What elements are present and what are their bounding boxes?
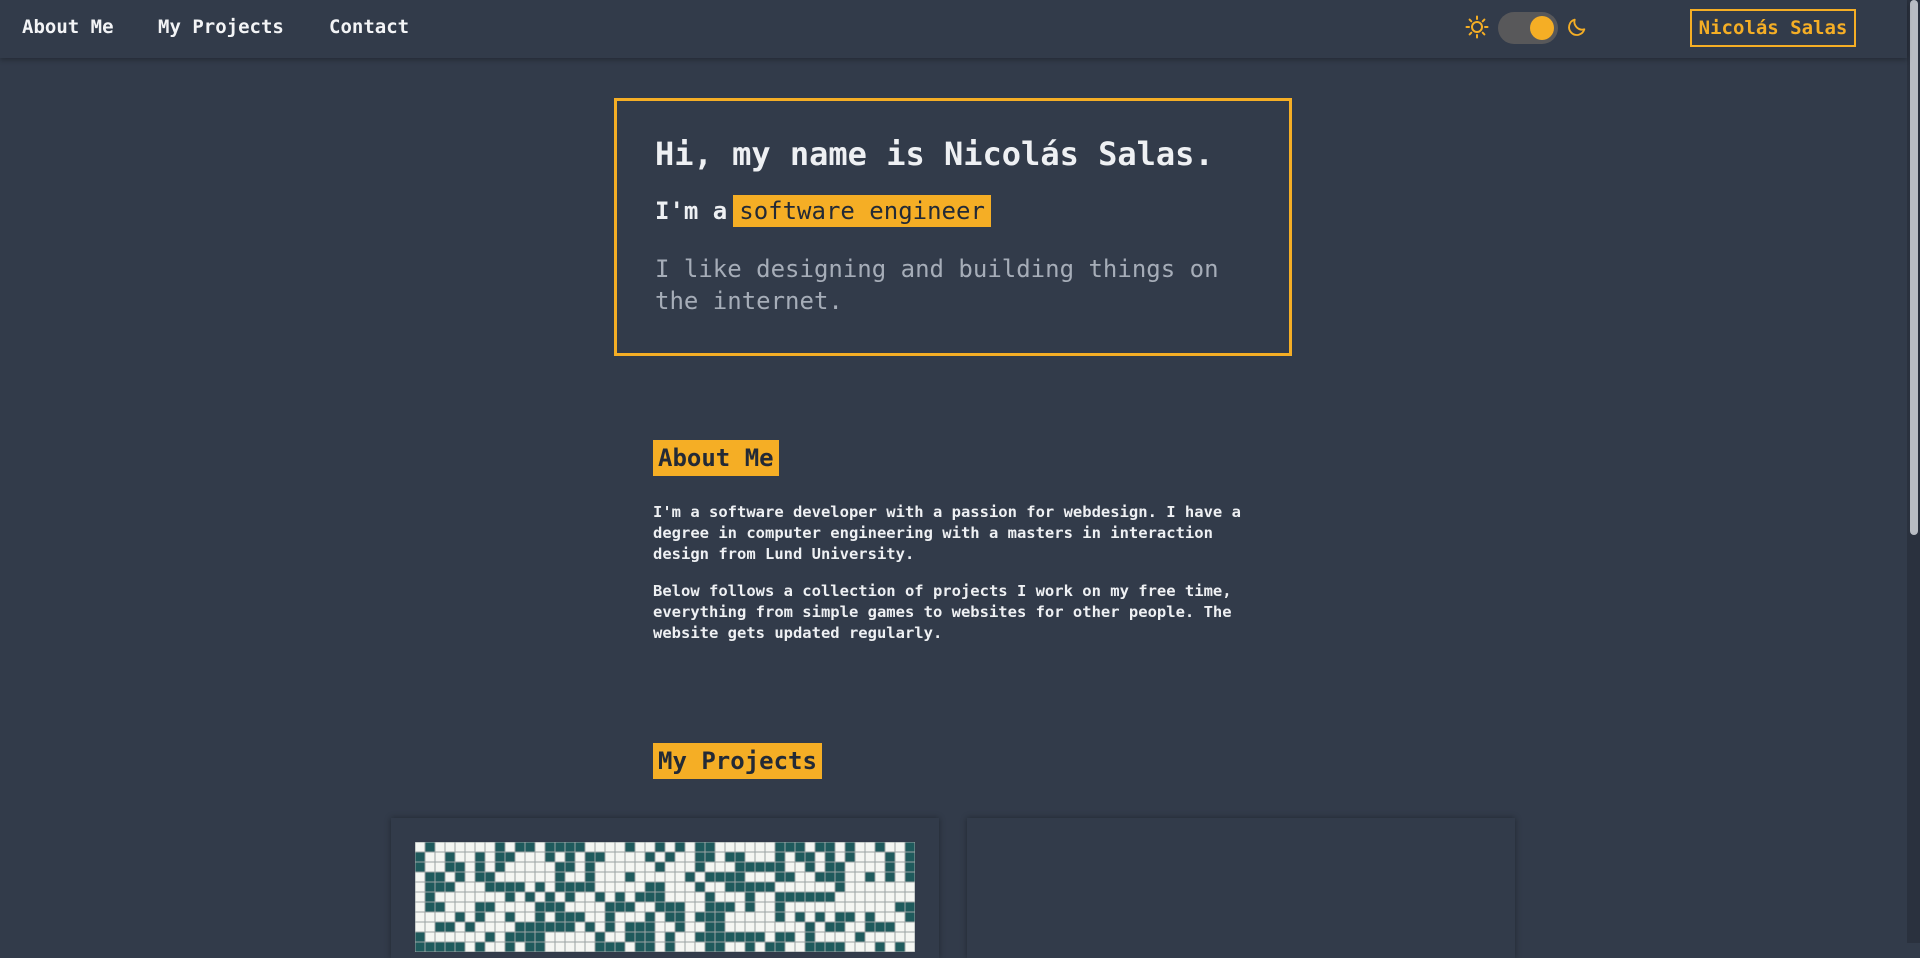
about-paragraph: I'm a software developer with a passion … <box>653 503 1241 563</box>
project-card[interactable] <box>967 818 1515 958</box>
nav-link-about-me[interactable]: About Me <box>22 16 114 38</box>
scrollbar[interactable] <box>1907 0 1920 943</box>
about-me-heading: About Me <box>653 440 779 476</box>
toggle-knob <box>1530 16 1554 40</box>
moon-icon <box>1568 18 1586 36</box>
hero-card: Hi, my name is Nicolás Salas. I'm a softw… <box>614 98 1292 356</box>
theme-toggle[interactable] <box>1498 12 1558 44</box>
hero-role: I'm a software engineer <box>655 195 991 227</box>
about-paragraph: Below follows a collection of projects I… <box>653 582 1232 642</box>
nav-link-contact[interactable]: Contact <box>329 16 409 38</box>
hero-description: I like designing and building things on … <box>655 255 1219 315</box>
project-thumbnail-image <box>415 842 915 952</box>
sun-icon <box>1465 15 1489 39</box>
role-prefix: I'm a <box>655 197 728 225</box>
brand-logo-button[interactable]: Nicolás Salas <box>1690 9 1856 47</box>
my-projects-heading: My Projects <box>653 743 822 779</box>
top-navbar: About Me My Projects Contact Nicolás Sal… <box>0 0 1907 58</box>
scrollbar-thumb[interactable] <box>1910 0 1918 535</box>
hero-title: Hi, my name is Nicolás Salas. <box>655 135 1214 173</box>
project-card[interactable] <box>391 818 939 958</box>
nav-link-my-projects[interactable]: My Projects <box>158 16 284 38</box>
role-highlight: software engineer <box>733 195 991 227</box>
